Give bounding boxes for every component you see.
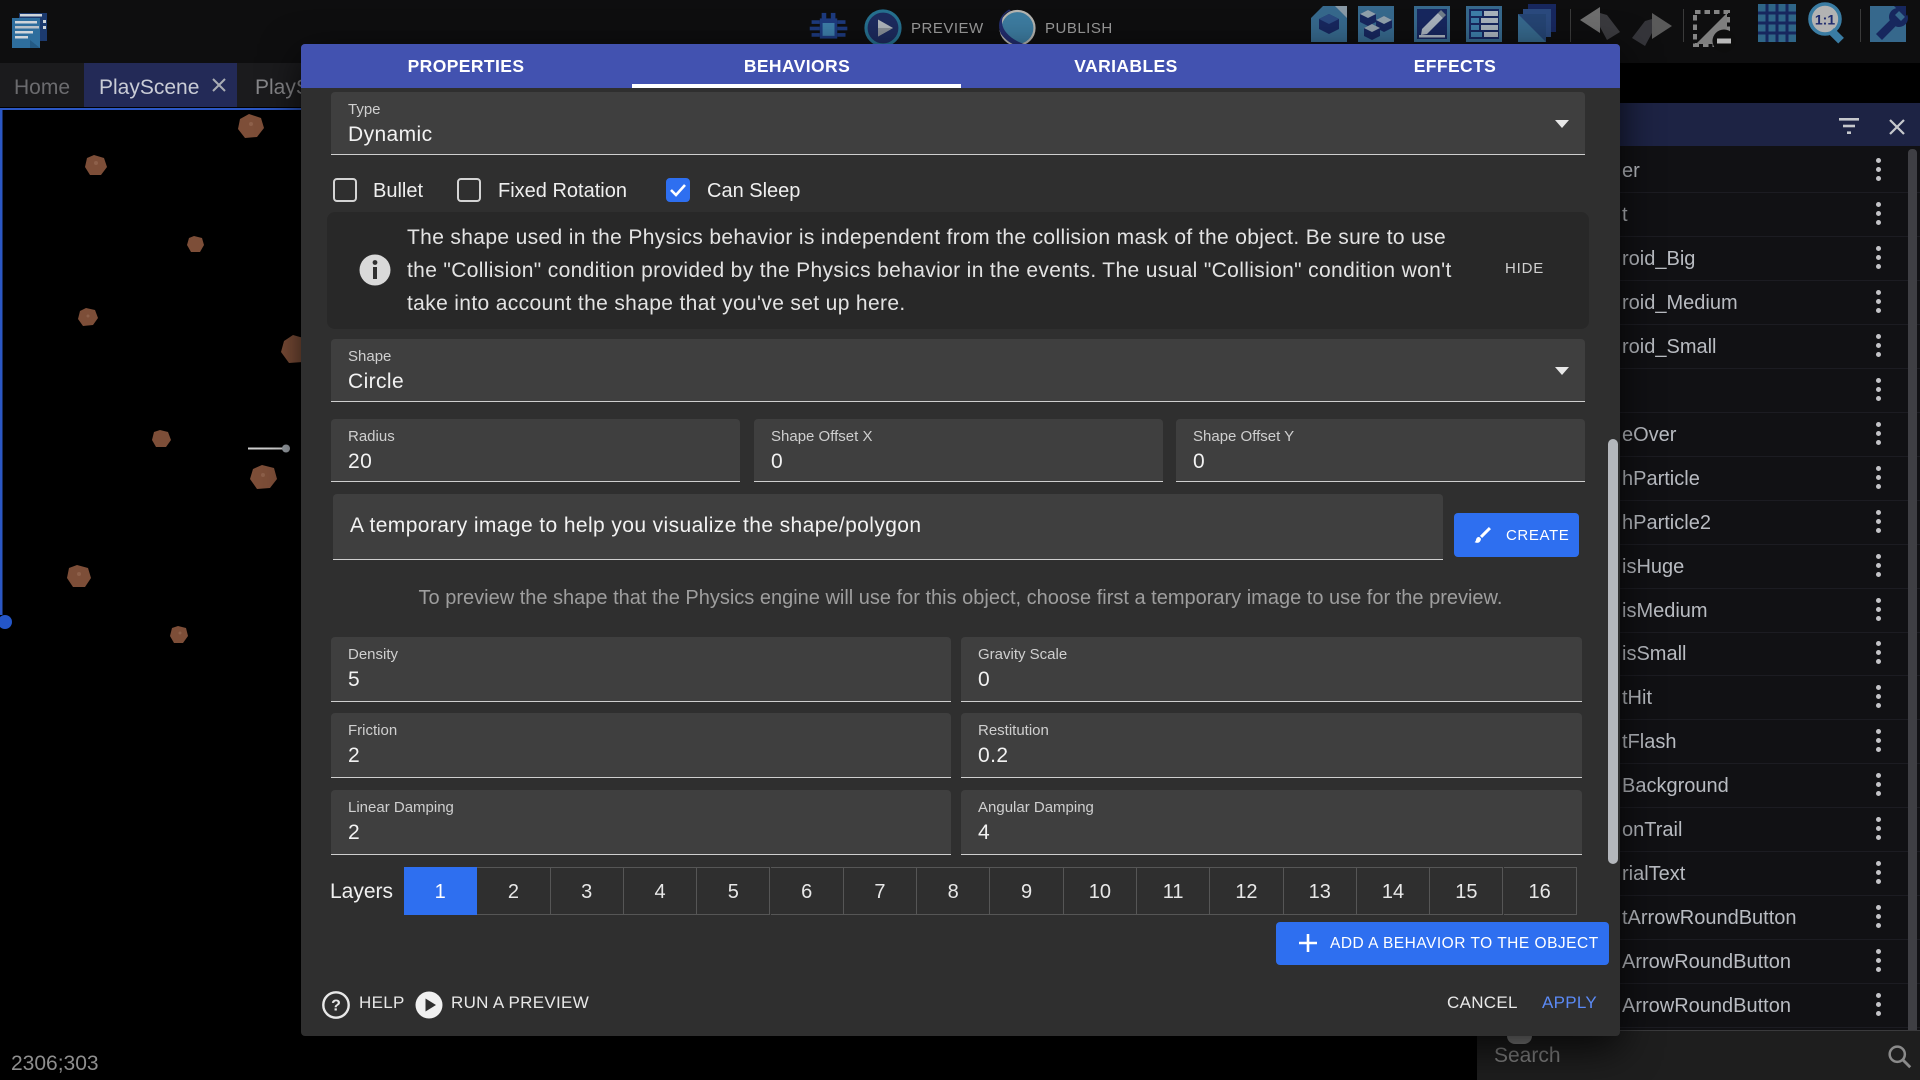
svg-text:1:1: 1:1 [1815,12,1835,28]
svg-text:?: ? [331,998,341,1015]
